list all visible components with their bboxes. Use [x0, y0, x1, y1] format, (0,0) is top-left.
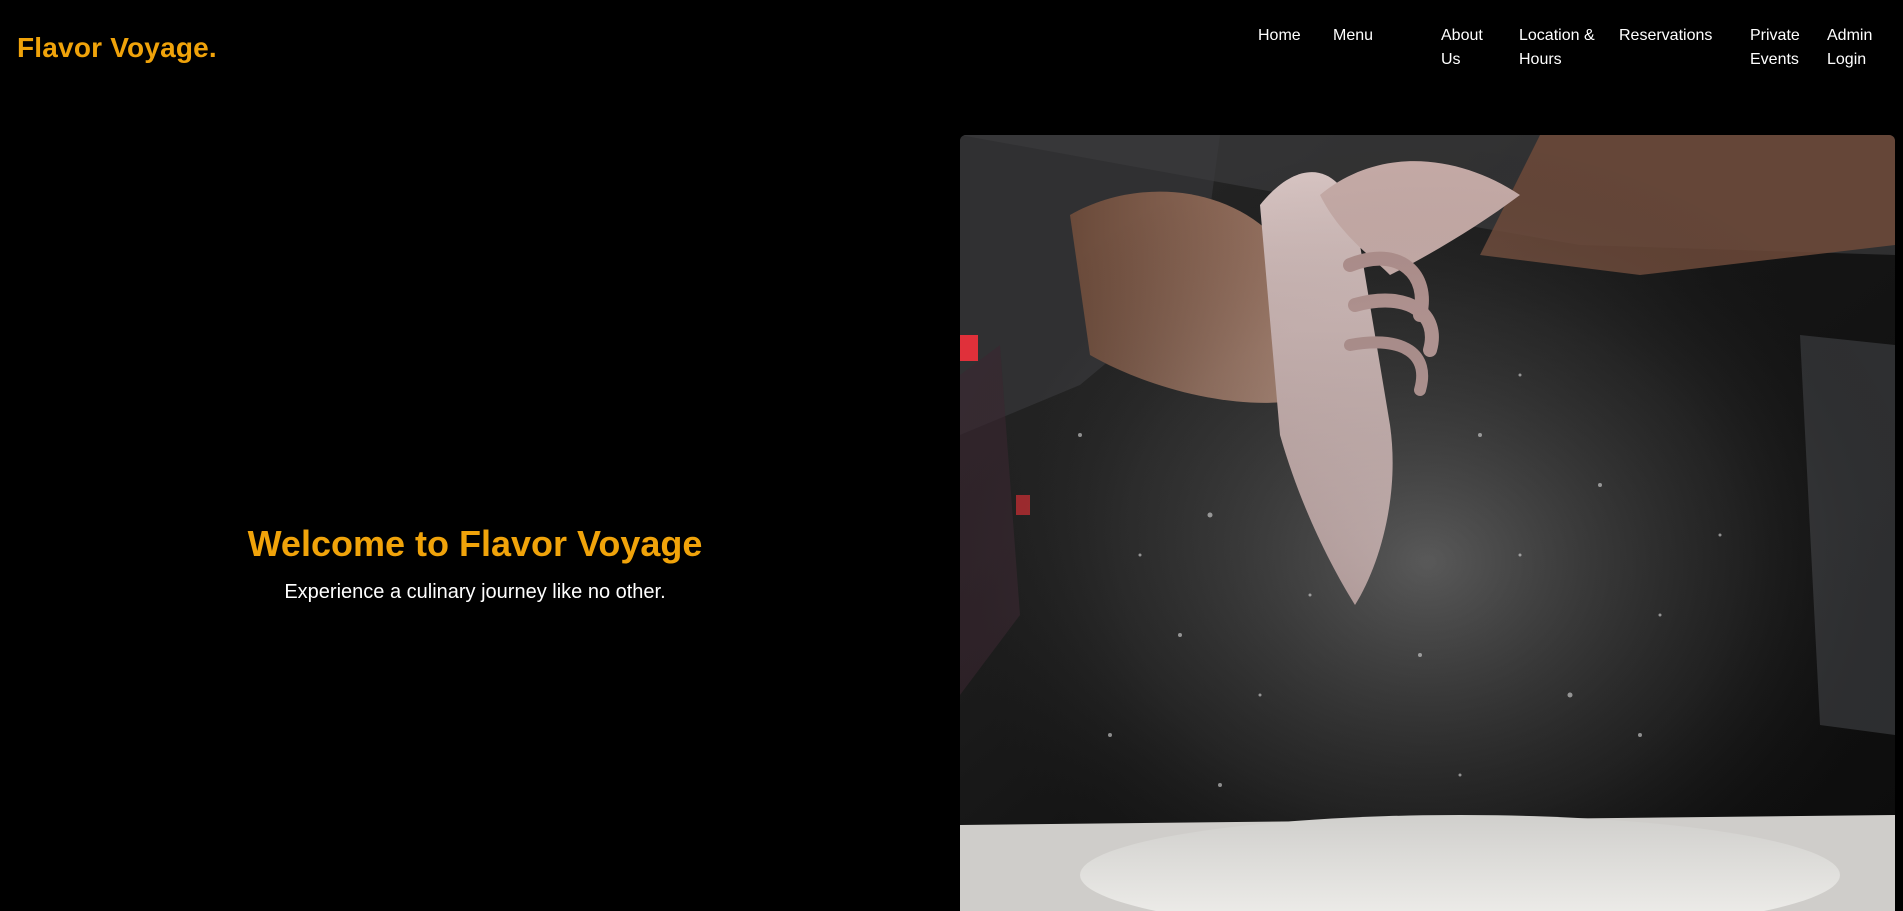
- nav-item-reservations[interactable]: Reservations: [1619, 24, 1743, 48]
- hero-image: [960, 135, 1895, 911]
- brand-logo[interactable]: Flavor Voyage.: [17, 32, 217, 64]
- navbar: Flavor Voyage. Home Menu About Us Locati…: [0, 0, 1903, 100]
- nav-item-location-hours[interactable]: Location & Hours: [1519, 24, 1595, 72]
- hero-text: Welcome to Flavor Voyage Experience a cu…: [0, 520, 950, 606]
- flour-hands-photo: [960, 135, 1895, 911]
- nav-item-private-events[interactable]: Private Events: [1750, 24, 1806, 72]
- nav-item-admin-login[interactable]: Admin Login: [1827, 24, 1887, 72]
- nav-item-home[interactable]: Home: [1258, 24, 1318, 48]
- hero-subtitle: Experience a culinary journey like no ot…: [284, 581, 666, 603]
- nav-item-menu[interactable]: Menu: [1333, 24, 1393, 48]
- home-page: Flavor Voyage. Home Menu About Us Locati…: [0, 0, 1903, 911]
- hero-title: Welcome to Flavor Voyage: [247, 523, 703, 564]
- nav-item-about-us[interactable]: About Us: [1441, 24, 1501, 72]
